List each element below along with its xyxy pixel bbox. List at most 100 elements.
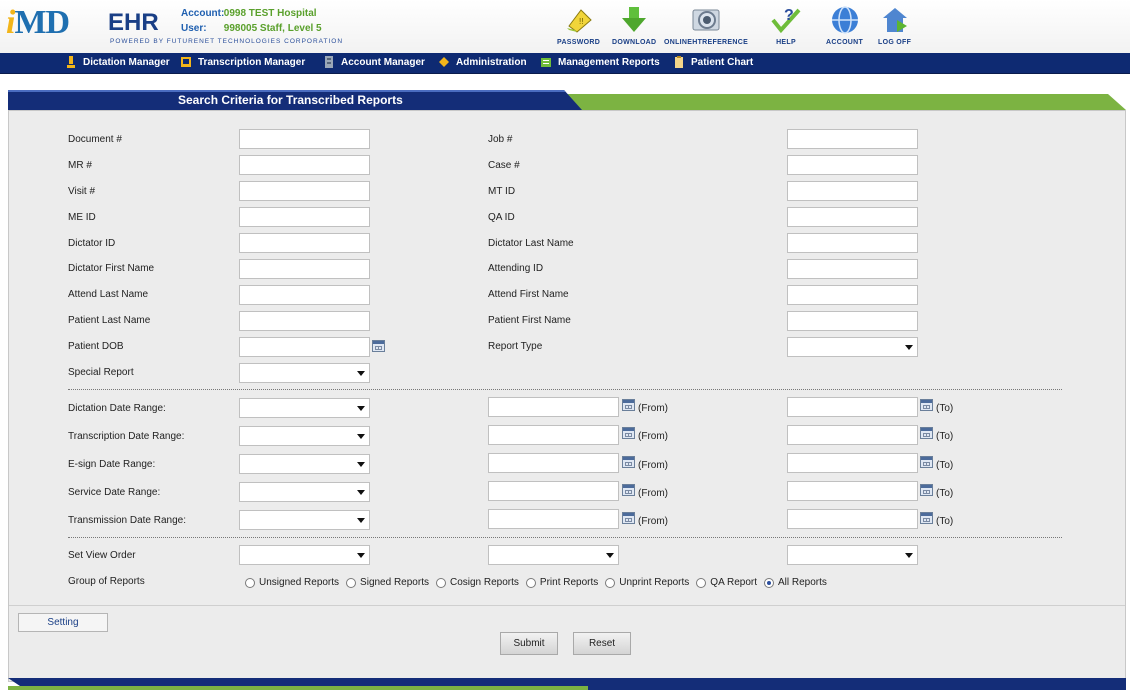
radio-print-reports[interactable]: Print Reports (525, 577, 598, 588)
radio-button[interactable] (245, 577, 255, 588)
to-suffix: (To) (936, 403, 954, 414)
patient-dob-calendar-icon[interactable] (372, 340, 385, 352)
radio-unprint-reports[interactable]: Unprint Reports (605, 577, 689, 588)
nav-dictation-manager[interactable]: Dictation Manager (66, 56, 170, 68)
esign-date-range-select[interactable] (239, 454, 370, 474)
radio-button[interactable] (346, 577, 357, 588)
dictation-icon (67, 56, 75, 68)
job-input[interactable] (787, 129, 918, 149)
radio-all-reports[interactable]: All Reports (764, 577, 827, 588)
dictator-id-label: Dictator ID (68, 238, 116, 249)
dictator-id-input[interactable] (239, 233, 370, 253)
account-manager-icon (325, 56, 333, 68)
dictation-to-calendar-icon[interactable] (920, 399, 933, 411)
panel-title: Search Criteria for Transcribed Reports (178, 93, 403, 107)
service-to-input[interactable] (787, 481, 918, 501)
radio-button[interactable] (605, 577, 616, 588)
case-input[interactable] (787, 155, 918, 175)
transcription-from-input[interactable] (488, 425, 619, 445)
chevron-down-icon (905, 553, 913, 558)
me-id-input[interactable] (239, 207, 370, 227)
radio-unsigned-reports[interactable]: Unsigned Reports (245, 577, 339, 588)
transcription-date-range-select[interactable] (239, 426, 370, 446)
transmission-from-input[interactable] (488, 509, 619, 529)
chevron-down-icon (357, 434, 365, 439)
help-button[interactable]: ? HELP (770, 4, 802, 46)
visit-input[interactable] (239, 181, 370, 201)
document-input[interactable] (239, 129, 370, 149)
reset-button[interactable]: Reset (573, 632, 631, 655)
dictation-date-range-label: Dictation Date Range: (68, 403, 166, 414)
to-suffix: (To) (936, 431, 954, 442)
radio-qa-report[interactable]: QA Report (696, 577, 757, 588)
transcription-to-input[interactable] (787, 425, 918, 445)
chevron-down-icon (357, 553, 365, 558)
nav-patient-chart[interactable]: Patient Chart (674, 56, 753, 68)
dictation-to-input[interactable] (787, 397, 918, 417)
dictation-date-range-select[interactable] (239, 398, 370, 418)
radio-signed-reports[interactable]: Signed Reports (346, 577, 429, 588)
esign-from-input[interactable] (488, 453, 619, 473)
service-from-input[interactable] (488, 481, 619, 501)
transmission-to-input[interactable] (787, 509, 918, 529)
account-value: 0998 TEST Hospital (223, 8, 317, 19)
radio-button-selected[interactable] (764, 577, 774, 588)
mt-id-input[interactable] (787, 181, 918, 201)
administration-icon (439, 57, 449, 67)
transmission-date-range-label: Transmission Date Range: (68, 515, 187, 526)
view-order-third-select[interactable] (787, 545, 918, 565)
log-off-icon (882, 8, 907, 32)
attending-id-input[interactable] (787, 259, 918, 279)
online-reference-button[interactable]: ONLINEHTREFERENCE (664, 4, 748, 46)
radio-cosign-reports[interactable]: Cosign Reports (435, 577, 519, 588)
radio-button[interactable] (696, 577, 707, 588)
esign-to-input[interactable] (787, 453, 918, 473)
patient-first-name-input[interactable] (787, 311, 918, 331)
esign-from-calendar-icon[interactable] (622, 456, 635, 468)
panel-footer-accent (8, 686, 588, 690)
service-from-calendar-icon[interactable] (622, 484, 635, 496)
to-suffix: (To) (936, 460, 954, 471)
attend-last-name-label: Attend Last Name (68, 289, 149, 300)
submit-button[interactable]: Submit (500, 632, 558, 655)
download-button[interactable]: DOWNLOAD (612, 4, 656, 46)
chevron-down-icon (905, 345, 913, 350)
transmission-to-calendar-icon[interactable] (920, 512, 933, 524)
transcription-from-calendar-icon[interactable] (622, 427, 635, 439)
view-order-second-select[interactable] (488, 545, 619, 565)
mr-input[interactable] (239, 155, 370, 175)
nav-administration[interactable]: Administration (439, 56, 527, 68)
nav-account-manager[interactable]: Account Manager (324, 56, 425, 68)
view-order-first-select[interactable] (239, 545, 370, 565)
report-type-select[interactable] (787, 337, 918, 357)
patient-first-name-label: Patient First Name (488, 315, 571, 326)
service-date-range-select[interactable] (239, 482, 370, 502)
patient-dob-input[interactable] (239, 337, 370, 357)
dictator-first-name-input[interactable] (239, 259, 370, 279)
app-header: iMD EHR POWERED BY FUTURENET TECHNOLOGIE… (0, 0, 1130, 53)
radio-button[interactable] (435, 577, 446, 588)
setting-button[interactable]: Setting (18, 613, 108, 632)
radio-button[interactable] (525, 577, 536, 588)
account-label: Account: (181, 8, 225, 19)
chevron-down-icon (357, 406, 365, 411)
password-button[interactable]: !! PASSWORD (557, 4, 600, 46)
service-to-calendar-icon[interactable] (920, 484, 933, 496)
patient-last-name-input[interactable] (239, 311, 370, 331)
esign-to-calendar-icon[interactable] (920, 456, 933, 468)
log-off-button[interactable]: LOG OFF (878, 4, 911, 46)
view-order-label: Set View Order (68, 550, 136, 561)
transcription-to-calendar-icon[interactable] (920, 427, 933, 439)
nav-management-reports[interactable]: Management Reports (541, 56, 660, 68)
account-button[interactable]: ACCOUNT (826, 4, 863, 46)
qa-id-input[interactable] (787, 207, 918, 227)
transmission-from-calendar-icon[interactable] (622, 512, 635, 524)
transmission-date-range-select[interactable] (239, 510, 370, 530)
attend-last-name-input[interactable] (239, 285, 370, 305)
dictation-from-calendar-icon[interactable] (622, 399, 635, 411)
dictator-last-name-input[interactable] (787, 233, 918, 253)
nav-transcription-manager[interactable]: Transcription Manager (181, 56, 305, 68)
dictation-from-input[interactable] (488, 397, 619, 417)
special-report-select[interactable] (239, 363, 370, 383)
attend-first-name-input[interactable] (787, 285, 918, 305)
